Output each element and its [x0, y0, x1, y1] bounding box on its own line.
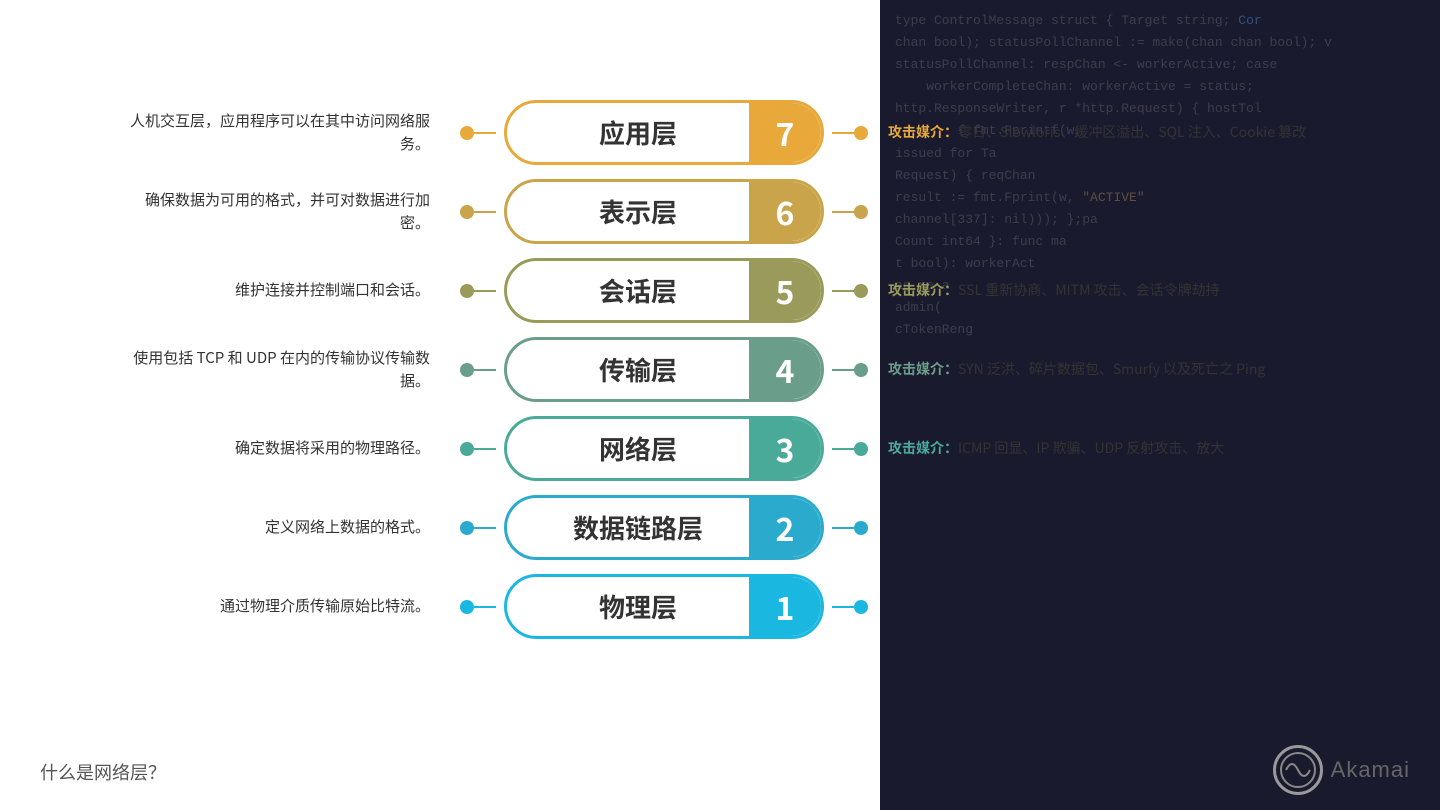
layer-5-line-left — [474, 290, 496, 292]
layer-1-left-desc: 通过物理介质传输原始比特流。 — [120, 595, 460, 618]
osi-layers-container: 人机交互层，应用程序可以在其中访问网络服务。 应用层 7 攻击媒介：零日、Slo… — [0, 100, 1440, 639]
layer-1-line-left — [474, 606, 496, 608]
layer-3-attack-desc: ICMP 回显、IP 欺骗、UDP 反射攻击、放大 — [958, 438, 1224, 458]
bottom-title: 什么是网络层？ — [40, 759, 166, 785]
layer-3-left-desc: 确定数据将采用的物理路径。 — [120, 437, 460, 460]
layer-7-attack-desc: 零日、Slowloris、缓冲区溢出、SQL 注入、Cookie 篡改 — [958, 122, 1306, 142]
layer-3-name: 网络层 — [507, 430, 749, 467]
layer-6-line-right — [832, 211, 854, 213]
layer-2-connector-left — [460, 521, 474, 535]
layer-7-connector-right — [854, 126, 868, 140]
layer-5-line-right — [832, 290, 854, 292]
layer-4-number: 4 — [749, 340, 821, 399]
layer-7-attack-label: 攻击媒介： — [888, 122, 958, 142]
layer-5-right-desc: 攻击媒介：SSL 重新协商、MITM 攻击、会话令牌劫持 — [868, 279, 1320, 301]
layer-6-left-desc: 确保数据为可用的格式，并可对数据进行加密。 — [120, 189, 460, 234]
layer-2-left-desc: 定义网络上数据的格式。 — [120, 516, 460, 539]
layer-1-name: 物理层 — [507, 588, 749, 625]
layer-row-7: 人机交互层，应用程序可以在其中访问网络服务。 应用层 7 攻击媒介：零日、Slo… — [120, 100, 1320, 165]
layer-5-attack-desc: SSL 重新协商、MITM 攻击、会话令牌劫持 — [958, 280, 1220, 300]
layer-4-left-desc: 使用包括 TCP 和 UDP 在内的传输协议传输数据。 — [120, 347, 460, 392]
layer-4-name: 传输层 — [507, 351, 749, 388]
akamai-logo: Akamai — [1273, 745, 1410, 795]
layer-7-pill: 应用层 7 — [504, 100, 824, 165]
layer-4-line-right — [832, 369, 854, 371]
layer-3-connector-right — [854, 442, 868, 456]
layer-4-right-desc: 攻击媒介：SYN 泛洪、碎片数据包、Smurfy 以及死亡之 Ping — [868, 358, 1320, 380]
layer-1-connector-left — [460, 600, 474, 614]
akamai-icon-svg — [1278, 750, 1318, 790]
layer-7-left-desc: 人机交互层，应用程序可以在其中访问网络服务。 — [120, 110, 460, 155]
layer-5-left-desc: 维护连接并控制端口和会话。 — [120, 279, 460, 302]
layer-2-connector-right — [854, 521, 868, 535]
layer-2-pill: 数据链路层 2 — [504, 495, 824, 560]
layer-7-line-right — [832, 132, 854, 134]
layer-row-3: 确定数据将采用的物理路径。 网络层 3 攻击媒介：ICMP 回显、IP 欺骗、U… — [120, 416, 1320, 481]
layer-3-line-right — [832, 448, 854, 450]
layer-5-connector-left — [460, 284, 474, 298]
layer-1-line-right — [832, 606, 854, 608]
layer-4-attack-label: 攻击媒介： — [888, 359, 958, 379]
akamai-brand-text: Akamai — [1331, 757, 1410, 783]
layer-6-name: 表示层 — [507, 193, 749, 230]
layer-7-right-desc: 攻击媒介：零日、Slowloris、缓冲区溢出、SQL 注入、Cookie 篡改 — [868, 121, 1320, 143]
layer-4-line-left — [474, 369, 496, 371]
layer-3-connector-left — [460, 442, 474, 456]
layer-row-5: 维护连接并控制端口和会话。 会话层 5 攻击媒介：SSL 重新协商、MITM 攻… — [120, 258, 1320, 323]
layer-2-number: 2 — [749, 498, 821, 557]
layer-7-number: 7 — [749, 103, 821, 162]
layer-6-number: 6 — [749, 182, 821, 241]
layer-row-1: 通过物理介质传输原始比特流。 物理层 1 — [120, 574, 1320, 639]
layer-4-connector-right — [854, 363, 868, 377]
layer-4-pill: 传输层 4 — [504, 337, 824, 402]
layer-5-attack-label: 攻击媒介： — [888, 280, 958, 300]
layer-4-attack-desc: SYN 泛洪、碎片数据包、Smurfy 以及死亡之 Ping — [958, 359, 1265, 379]
layer-3-pill: 网络层 3 — [504, 416, 824, 481]
layer-6-pill: 表示层 6 — [504, 179, 824, 244]
layer-5-pill: 会话层 5 — [504, 258, 824, 323]
layer-3-line-left — [474, 448, 496, 450]
layer-7-line-left — [474, 132, 496, 134]
layer-2-line-right — [832, 527, 854, 529]
layer-3-number: 3 — [749, 419, 821, 478]
main-content: 人机交互层，应用程序可以在其中访问网络服务。 应用层 7 攻击媒介：零日、Slo… — [0, 0, 1440, 810]
layer-5-number: 5 — [749, 261, 821, 320]
layer-6-line-left — [474, 211, 496, 213]
layer-row-6: 确保数据为可用的格式，并可对数据进行加密。 表示层 6 — [120, 179, 1320, 244]
akamai-circle-icon — [1273, 745, 1323, 795]
layer-5-name: 会话层 — [507, 272, 749, 309]
layer-7-name: 应用层 — [507, 114, 749, 151]
layer-7-connector-left — [460, 126, 474, 140]
layer-row-4: 使用包括 TCP 和 UDP 在内的传输协议传输数据。 传输层 4 攻击媒介：S… — [120, 337, 1320, 402]
layer-3-attack-label: 攻击媒介： — [888, 438, 958, 458]
layer-row-2: 定义网络上数据的格式。 数据链路层 2 — [120, 495, 1320, 560]
layer-3-right-desc: 攻击媒介：ICMP 回显、IP 欺骗、UDP 反射攻击、放大 — [868, 437, 1320, 459]
layer-6-connector-left — [460, 205, 474, 219]
layer-1-connector-right — [854, 600, 868, 614]
layer-1-number: 1 — [749, 577, 821, 636]
layer-2-line-left — [474, 527, 496, 529]
layer-6-connector-right — [854, 205, 868, 219]
layer-4-connector-left — [460, 363, 474, 377]
layer-1-pill: 物理层 1 — [504, 574, 824, 639]
layer-2-name: 数据链路层 — [507, 509, 749, 546]
layer-5-connector-right — [854, 284, 868, 298]
